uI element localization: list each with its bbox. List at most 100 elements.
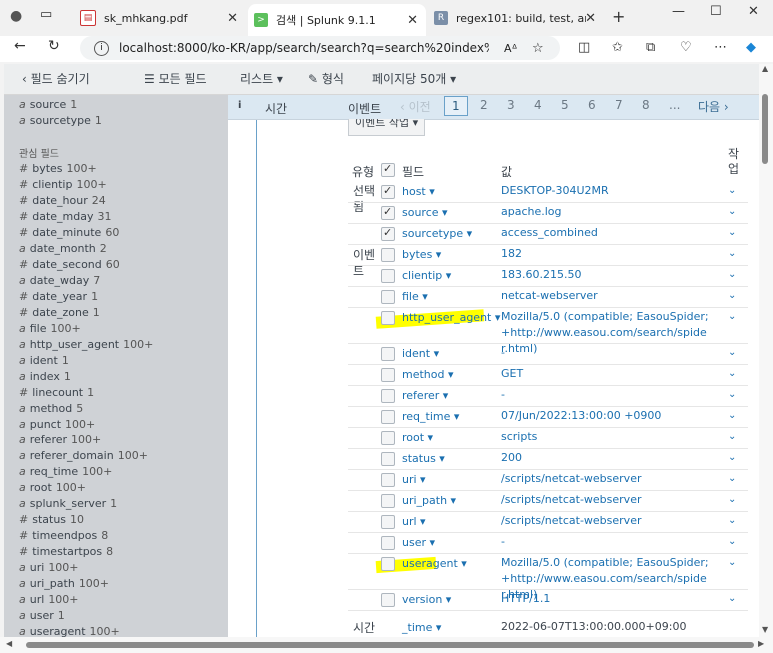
scroll-down-icon[interactable]: ▼ [762, 625, 768, 634]
sidebar-field-file[interactable]: a file 100+ [19, 322, 81, 335]
field-name-link[interactable]: http_user_agent ▾ [402, 311, 500, 324]
all-fields-button[interactable]: ☰ 모든 필드 [144, 70, 207, 87]
chevron-down-icon[interactable]: ⌄ [728, 185, 736, 196]
chevron-down-icon[interactable]: ⌄ [728, 410, 736, 421]
close-icon[interactable]: ✕ [585, 11, 596, 26]
sidebar-field-index[interactable]: a index 1 [19, 370, 71, 383]
browser-essentials-icon[interactable]: ♡ [680, 40, 692, 55]
sidebar-field-timeendpos[interactable]: # timeendpos 8 [19, 529, 108, 542]
page-8[interactable]: 8 [642, 98, 650, 112]
page-3[interactable]: 3 [507, 98, 515, 112]
chevron-down-icon[interactable]: ⌄ [728, 311, 736, 322]
field-select-checkbox[interactable] [381, 205, 395, 220]
field-select-checkbox[interactable] [381, 311, 395, 325]
vertical-scroll-thumb[interactable] [762, 94, 768, 164]
sidebar-field-date-zone[interactable]: # date_zone 1 [19, 306, 100, 319]
per-page-dropdown[interactable]: 페이지당 50개 ▾ [372, 70, 456, 87]
new-tab-button[interactable]: + [612, 7, 625, 26]
chevron-down-icon[interactable]: ⌄ [728, 347, 736, 358]
sidebar-field-date-minute[interactable]: # date_minute 60 [19, 226, 119, 239]
field-name-link[interactable]: source ▾ [402, 206, 448, 219]
sidebar-field-http-user-agent[interactable]: a http_user_agent 100+ [19, 338, 153, 351]
field-value-link[interactable]: 07/Jun/2022:13:00:00 +0900 [501, 408, 713, 424]
chevron-down-icon[interactable]: ⌄ [728, 473, 736, 484]
format-button[interactable]: ✎ 형식 [308, 70, 344, 87]
sidebar-field-sourcetype[interactable]: a sourcetype 1 [19, 114, 102, 127]
field-name-link[interactable]: bytes ▾ [402, 248, 441, 261]
close-icon[interactable]: ✕ [407, 13, 418, 28]
chevron-down-icon[interactable]: ⌄ [728, 557, 736, 568]
field-value-link[interactable]: netcat-webserver [501, 288, 713, 304]
page-6[interactable]: 6 [588, 98, 596, 112]
field-select-checkbox[interactable] [381, 515, 395, 529]
favorite-star-icon[interactable]: ☆ [532, 41, 544, 56]
chevron-down-icon[interactable]: ⌄ [728, 269, 736, 280]
field-select-checkbox[interactable] [381, 347, 395, 361]
list-dropdown[interactable]: 리스트 ▾ [240, 70, 283, 87]
field-select-checkbox[interactable] [381, 431, 395, 445]
field-name-link[interactable]: clientip ▾ [402, 269, 451, 282]
chevron-down-icon[interactable]: ⌄ [728, 368, 736, 379]
sidebar-field-referer-domain[interactable]: a referer_domain 100+ [19, 449, 148, 462]
sidebar-field-user[interactable]: a user 1 [19, 609, 65, 622]
field-name-link[interactable]: host ▾ [402, 185, 435, 198]
sidebar-field-referer[interactable]: a referer 100+ [19, 433, 101, 446]
field-name-link[interactable]: ident ▾ [402, 347, 439, 360]
maximize-icon[interactable]: ☐ [710, 4, 722, 19]
sidebar-field-date-hour[interactable]: # date_hour 24 [19, 194, 106, 207]
more-icon[interactable]: ⋯ [714, 40, 727, 55]
field-name-link[interactable]: version ▾ [402, 593, 451, 606]
field-select-checkbox[interactable] [381, 536, 395, 550]
field-select-checkbox[interactable] [381, 184, 395, 199]
field-value-link[interactable]: - [501, 534, 713, 550]
profile-icon[interactable]: ● [10, 8, 22, 24]
collections-icon[interactable]: ⧉ [646, 40, 655, 55]
tab-pdf[interactable]: ▤ sk_mhkang.pdf ✕ [74, 4, 246, 32]
tab-actions-icon[interactable]: ▭ [40, 7, 52, 22]
chevron-down-icon[interactable]: ⌄ [728, 515, 736, 526]
field-name-link[interactable]: req_time ▾ [402, 410, 459, 423]
field-name-link[interactable]: user ▾ [402, 536, 435, 549]
field-select-checkbox[interactable] [381, 389, 395, 403]
field-name-link[interactable]: useragent ▾ [402, 557, 467, 570]
chevron-down-icon[interactable]: ⌄ [728, 452, 736, 463]
sidebar-field-clientip[interactable]: # clientip 100+ [19, 178, 107, 191]
hide-fields-button[interactable]: ‹ 필드 숨기기 [22, 70, 90, 87]
field-value-link[interactable]: 200 [501, 450, 713, 466]
field-name-link[interactable]: status ▾ [402, 452, 445, 465]
sidebar-field-timestartpos[interactable]: # timestartpos 8 [19, 545, 113, 558]
tab-splunk[interactable]: > 검색 | Splunk 9.1.1 ✕ [248, 4, 426, 36]
field-name-link[interactable]: referer ▾ [402, 389, 448, 402]
tab-regex101[interactable]: R regex101: build, test, and debu ✕ [428, 4, 604, 32]
field-value-link[interactable]: GET [501, 366, 713, 382]
field-value-link[interactable]: /scripts/netcat-webserver [501, 513, 713, 529]
field-select-checkbox[interactable] [381, 557, 395, 571]
sidebar-field-splunk-server[interactable]: a splunk_server 1 [19, 497, 117, 510]
field-select-checkbox[interactable] [381, 593, 395, 607]
sidebar-field-method[interactable]: a method 5 [19, 402, 83, 415]
field-value-link[interactable]: - [501, 345, 713, 361]
horizontal-scrollbar[interactable]: ◀ ▶ [0, 637, 773, 653]
field-select-checkbox[interactable] [381, 494, 395, 508]
sidebar-field-req-time[interactable]: a req_time 100+ [19, 465, 112, 478]
field-select-checkbox[interactable] [381, 248, 395, 262]
url-input[interactable]: i localhost:8000/ko-KR/app/search/search… [80, 36, 560, 60]
copilot-icon[interactable]: ◆ [746, 40, 756, 55]
site-info-icon[interactable]: i [94, 40, 109, 56]
sidebar-field-source[interactable]: a source 1 [19, 98, 77, 111]
minimize-icon[interactable]: — [672, 4, 685, 19]
page-1[interactable]: 1 [444, 96, 468, 116]
field-name-link[interactable]: uri ▾ [402, 473, 426, 486]
sidebar-field-date-second[interactable]: # date_second 60 [19, 258, 120, 271]
field-value-link[interactable]: DESKTOP-304U2MR [501, 183, 713, 199]
chevron-down-icon[interactable]: ⌄ [728, 290, 736, 301]
sidebar-field-uri-path[interactable]: a uri_path 100+ [19, 577, 109, 590]
sidebar-field-uri[interactable]: a uri 100+ [19, 561, 79, 574]
field-name-link[interactable]: file ▾ [402, 290, 428, 303]
field-value-link[interactable]: 182 [501, 246, 713, 262]
sidebar-field-date-month[interactable]: a date_month 2 [19, 242, 107, 255]
next-page-button[interactable]: 다음 › [698, 98, 729, 115]
sidebar-field-useragent[interactable]: a useragent 100+ [19, 625, 120, 637]
sidebar-field-date-wday[interactable]: a date_wday 7 [19, 274, 100, 287]
reload-icon[interactable]: ↻ [48, 38, 60, 54]
